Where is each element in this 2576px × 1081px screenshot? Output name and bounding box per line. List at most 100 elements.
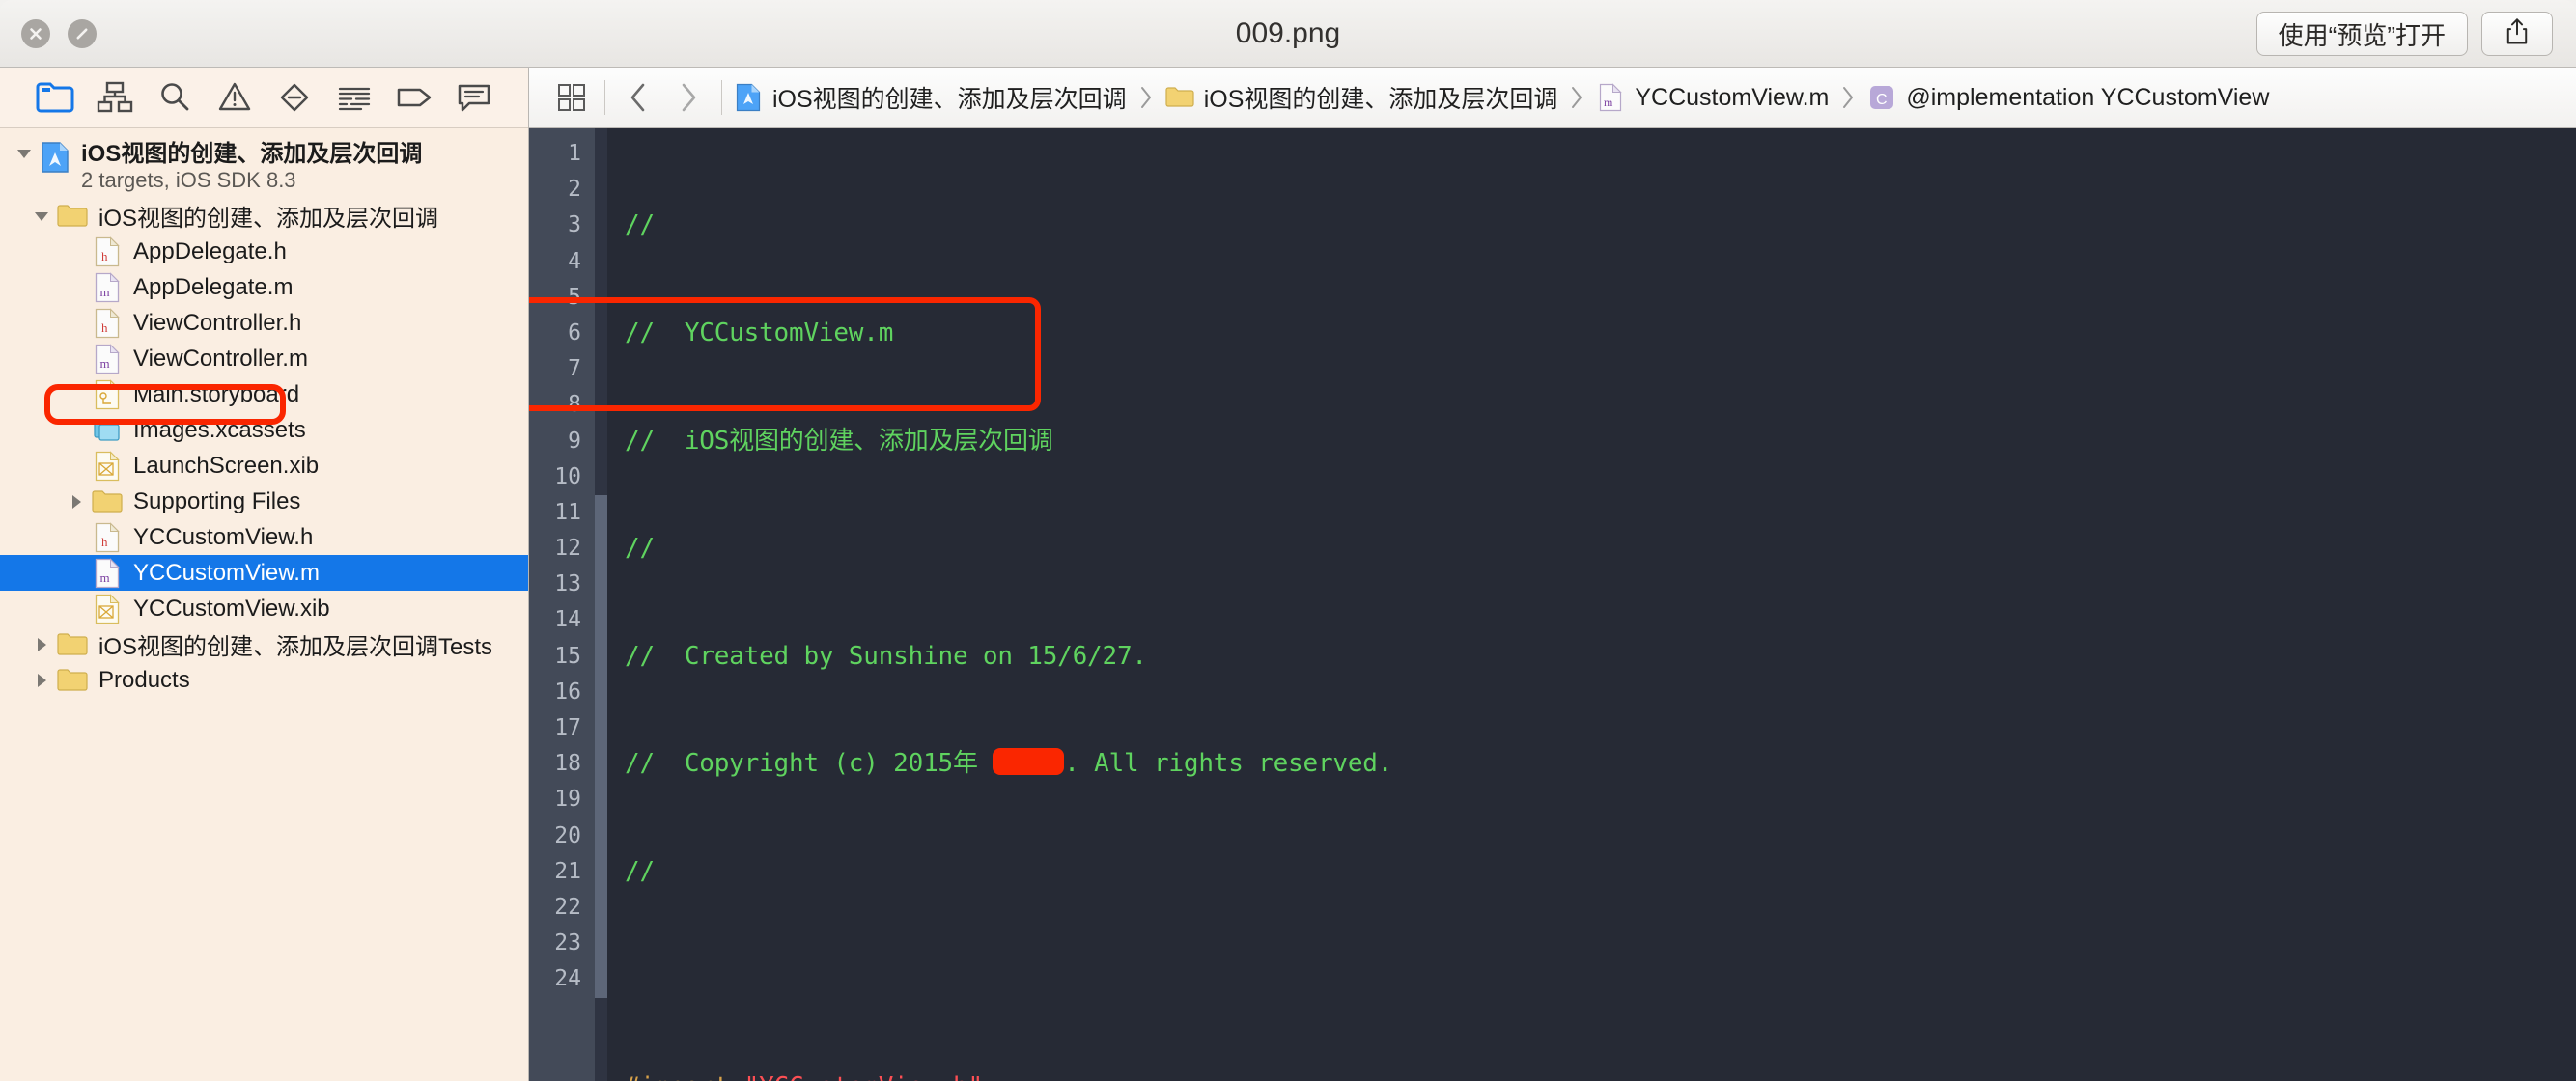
change-bar-modified [595,494,607,532]
titlebar-actions: 使用“预览”打开 [2255,12,2553,56]
forward-button[interactable] [663,73,714,122]
file-tree[interactable]: iOS视图的创建、添加及层次回调 2 targets, iOS SDK 8.3 … [0,128,528,1081]
tree-row-images-xcassets[interactable]: Images.xcassets [0,412,528,448]
breadcrumb-label: @implementation YCCustomView [1906,83,2270,111]
change-bar-modified [595,961,607,998]
tree-row-project[interactable]: iOS视图的创建、添加及层次回调 2 targets, iOS SDK 8.3 [0,138,528,198]
change-bar [595,423,607,459]
line-number: 11 [554,499,581,525]
line-number: 20 [554,822,581,848]
tree-row-yccustomview-xib[interactable]: YCCustomView.xib [0,591,528,626]
svg-text:h: h [101,249,108,263]
xcode-project-icon [39,141,71,174]
folder-icon[interactable] [25,72,85,123]
project-name: iOS视图的创建、添加及层次回调 [81,141,423,167]
change-bar [595,208,607,244]
line-number: 1 [568,141,581,166]
code-line-7: // [625,854,2576,890]
svg-text:m: m [1604,96,1613,109]
debug-list-icon[interactable] [324,72,384,123]
comment-token: // Created by Sunshine on 15/6/27. [625,641,1147,671]
tree-row-main-storyboard[interactable]: Main.storyboard [0,376,528,412]
disclosure-triangle-expanded-icon[interactable] [29,204,54,229]
jump-bar-divider [604,80,605,115]
tree-row-appdelegate-h[interactable]: h AppDelegate.h [0,234,528,269]
code-line-1: // [625,208,2576,243]
test-diamond-icon[interactable] [265,72,324,123]
disclosure-triangle-collapsed-icon[interactable] [64,489,89,514]
tag-icon[interactable] [384,72,444,123]
breadcrumb-label: iOS视图的创建、添加及层次回调 [1203,86,1558,113]
code-line-9: #import "YCCustomView.h" [625,1069,2576,1081]
code-line-2: // YCCustomView.m [625,316,2576,351]
disclosure-triangle-expanded-icon[interactable] [12,141,37,166]
tree-row-launchscreen-xib[interactable]: LaunchScreen.xib [0,448,528,484]
source-code[interactable]: // // YCCustomView.m // iOS视图的创建、添加及层次回调… [607,128,2576,1081]
disclosure-triangle-collapsed-icon[interactable] [29,632,54,657]
project-subtitle: 2 targets, iOS SDK 8.3 [81,167,296,192]
line-number: 19 [554,787,581,813]
xcassets-icon [91,414,124,447]
tree-row-yccustomview-h[interactable]: h YCCustomView.h [0,519,528,555]
comment-token: // [625,210,655,240]
line-number: 8 [568,392,581,418]
warning-triangle-icon[interactable] [205,72,265,123]
code-line-6: // Copyright (c) 2015年 . All rights rese… [625,746,2576,782]
change-bar-modified [595,567,607,603]
report-bubble-icon[interactable] [444,72,504,123]
breadcrumb-project[interactable]: iOS视图的创建、添加及层次回调 [730,80,1131,115]
change-bar-modified [595,638,607,675]
line-number: 7 [568,356,581,382]
objc-file-icon: m [91,557,124,590]
tree-row-tests-group[interactable]: iOS视图的创建、添加及层次回调Tests [0,626,528,662]
tree-row-products[interactable]: Products [0,662,528,698]
tree-row-label: YCCustomView.m [133,559,320,586]
redaction-box [993,748,1065,776]
class-c-icon: C [1867,81,1896,114]
breadcrumb-group[interactable]: iOS视图的创建、添加及层次回调 [1162,80,1562,115]
line-number: 5 [568,284,581,310]
tree-row-viewcontroller-h[interactable]: h ViewController.h [0,305,528,341]
hierarchy-icon[interactable] [85,72,145,123]
tree-row-label: iOS视图的创建、添加及层次回调Tests [98,634,493,660]
line-number: 14 [554,607,581,633]
share-button[interactable] [2481,12,2553,56]
back-button[interactable] [613,73,663,122]
search-icon[interactable] [145,72,205,123]
tree-row-supporting-files[interactable]: Supporting Files [0,484,528,519]
related-items-icon[interactable] [546,73,597,122]
storyboard-file-icon [91,378,124,411]
tree-row-label: ViewController.h [133,309,302,336]
header-file-icon: h [91,236,124,268]
disclosure-triangle-collapsed-icon[interactable] [29,668,54,693]
svg-text:m: m [100,285,110,299]
change-bar [595,387,607,424]
change-bar-modified [595,602,607,639]
change-bar-modified [595,746,607,783]
tree-row-label: Products [98,666,190,693]
tree-row-viewcontroller-m[interactable]: m ViewController.m [0,341,528,376]
change-bar-modified [595,782,607,818]
tree-row-label: LaunchScreen.xib [133,452,320,479]
change-bar-modified [595,674,607,710]
change-bar [595,351,607,388]
jump-bar-divider [721,80,722,115]
tree-row-group-main[interactable]: iOS视图的创建、添加及层次回调 [0,198,528,234]
preprocessor-token: #import [625,1072,744,1081]
navigator-toolbar [0,68,528,128]
change-bar-modified [595,853,607,890]
tree-row-appdelegate-m[interactable]: m AppDelegate.m [0,269,528,305]
folder-yellow-icon [56,200,89,233]
jump-bar: iOS视图的创建、添加及层次回调 iOS视图的创建、添加及层次回调 m YCCu… [529,68,2576,128]
folder-yellow-icon [91,485,124,518]
breadcrumb-file[interactable]: m YCCustomView.m [1592,81,1833,114]
comment-token: // [625,534,655,564]
tree-row-label: Main.storyboard [133,380,300,407]
breadcrumb-symbol[interactable]: C @implementation YCCustomView [1863,81,2273,114]
open-with-preview-button[interactable]: 使用“预览”打开 [2255,12,2468,56]
tree-row-yccustomview-m[interactable]: m YCCustomView.m [0,555,528,591]
svg-text:h: h [101,320,108,335]
editor-pane: iOS视图的创建、添加及层次回调 iOS视图的创建、添加及层次回调 m YCCu… [529,68,2576,1081]
code-editor[interactable]: 1 2 3 4 5 6 7 8 9 10 11 12 13 14 15 16 1 [529,128,2576,1081]
window-title: 009.png [1235,17,1341,49]
